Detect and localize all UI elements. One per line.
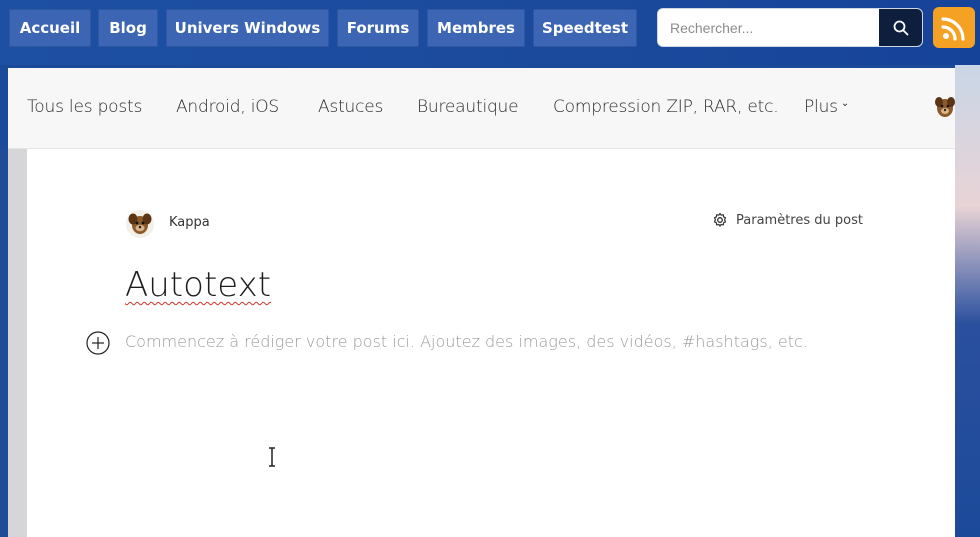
post-settings-button[interactable]: Paramètres du post <box>712 212 863 228</box>
text-cursor-icon <box>269 447 275 467</box>
user-avatar-icon[interactable] <box>932 94 958 120</box>
nav-forums-button[interactable]: Forums <box>337 9 419 47</box>
search-box <box>657 8 923 47</box>
search-icon <box>893 20 908 35</box>
chevron-down-icon: ⌄ <box>840 98 849 109</box>
page-gutter-edge <box>0 148 8 537</box>
rss-button[interactable] <box>933 7 975 48</box>
nav-blog-button[interactable]: Blog <box>98 9 158 47</box>
post-editor: Kappa Paramètres du post Autotext Commen… <box>27 149 955 537</box>
nav-membres-button[interactable]: Membres <box>427 9 525 47</box>
nav-univers-windows-button[interactable]: Univers Windows <box>166 9 329 47</box>
category-all-posts[interactable]: Tous les posts <box>27 97 142 117</box>
nav-speedtest-button[interactable]: Speedtest <box>533 9 637 47</box>
category-compression[interactable]: Compression ZIP, RAR, etc. <box>553 97 779 117</box>
nav-accueil-button[interactable]: Accueil <box>9 9 91 47</box>
category-more-label: Plus <box>804 97 838 117</box>
author-avatar <box>126 210 154 238</box>
post-settings-label: Paramètres du post <box>736 212 863 228</box>
add-content-icon[interactable] <box>86 331 110 355</box>
post-title-input[interactable]: Autotext <box>125 265 271 305</box>
background-decoration <box>955 65 980 537</box>
gear-icon <box>713 212 727 227</box>
author-name: Kappa <box>169 215 210 230</box>
search-input[interactable] <box>658 9 880 46</box>
site-header: Accueil Blog Univers Windows Forums Memb… <box>0 0 980 65</box>
search-button[interactable] <box>879 9 922 46</box>
post-body-input[interactable]: Commencez à rédiger votre post ici. Ajou… <box>125 332 808 351</box>
category-android-ios[interactable]: Android, iOS <box>176 97 279 117</box>
category-astuces[interactable]: Astuces <box>318 97 383 117</box>
category-bar: Tous les posts Android, iOS Astuces Bure… <box>8 68 955 149</box>
category-bureautique[interactable]: Bureautique <box>417 97 519 117</box>
category-more[interactable]: Plus ⌄ <box>804 97 849 117</box>
author-avatar-icon <box>128 213 152 234</box>
rss-icon <box>941 16 965 41</box>
